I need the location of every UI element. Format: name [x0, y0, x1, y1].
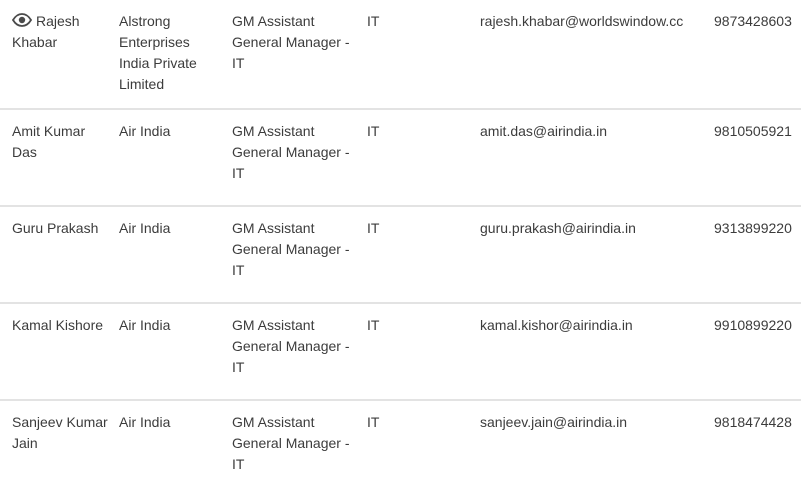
contact-department: IT	[367, 414, 380, 430]
contact-organization: Air India	[119, 414, 171, 430]
contact-organization: Alstrong Enterprises India Private Limit…	[119, 13, 197, 92]
contact-organization: Air India	[119, 220, 171, 236]
table-row[interactable]: Guru Prakash Air India GM Assistant Gene…	[0, 207, 801, 304]
contact-name[interactable]: Sanjeev Kumar Jain	[12, 412, 108, 454]
table-row[interactable]: Kamal Kishore Air India GM Assistant Gen…	[0, 304, 801, 401]
contacts-table: Rajesh Khabar Alstrong Enterprises India…	[0, 0, 801, 486]
contact-department: IT	[367, 317, 380, 333]
contact-department: IT	[367, 220, 380, 236]
contact-designation: GM Assistant General Manager - IT	[232, 13, 350, 71]
contact-email[interactable]: rajesh.khabar@worldswindow.cc	[480, 11, 706, 32]
contact-organization: Air India	[119, 317, 171, 333]
contact-name[interactable]: Amit Kumar Das	[12, 121, 108, 163]
contact-phone[interactable]: 9818474428	[714, 412, 801, 433]
contact-department: IT	[367, 13, 380, 29]
contact-phone[interactable]: 9313899220	[714, 218, 801, 239]
table-row[interactable]: Amit Kumar Das Air India GM Assistant Ge…	[0, 110, 801, 207]
eye-icon[interactable]	[12, 12, 33, 27]
contact-email[interactable]: guru.prakash@airindia.in	[480, 218, 706, 239]
contact-department: IT	[367, 123, 380, 139]
contact-email[interactable]: sanjeev.jain@airindia.in	[480, 412, 706, 433]
contact-email[interactable]: kamal.kishor@airindia.in	[480, 315, 706, 336]
contact-name[interactable]: Guru Prakash	[12, 218, 108, 239]
contact-name-cell: Rajesh Khabar	[12, 11, 108, 53]
contact-designation: GM Assistant General Manager - IT	[232, 123, 350, 181]
contact-designation: GM Assistant General Manager - IT	[232, 414, 350, 472]
contact-designation: GM Assistant General Manager - IT	[232, 317, 350, 375]
contact-phone[interactable]: 9910899220	[714, 315, 801, 336]
contact-phone[interactable]: 9873428603	[714, 11, 801, 32]
contact-email[interactable]: amit.das@airindia.in	[480, 121, 706, 142]
table-row[interactable]: Rajesh Khabar Alstrong Enterprises India…	[0, 0, 801, 110]
contact-designation: GM Assistant General Manager - IT	[232, 220, 350, 278]
contact-name[interactable]: Kamal Kishore	[12, 315, 108, 336]
contact-organization: Air India	[119, 123, 171, 139]
table-row[interactable]: Sanjeev Kumar Jain Air India GM Assistan…	[0, 401, 801, 486]
contact-phone[interactable]: 9810505921	[714, 121, 801, 142]
